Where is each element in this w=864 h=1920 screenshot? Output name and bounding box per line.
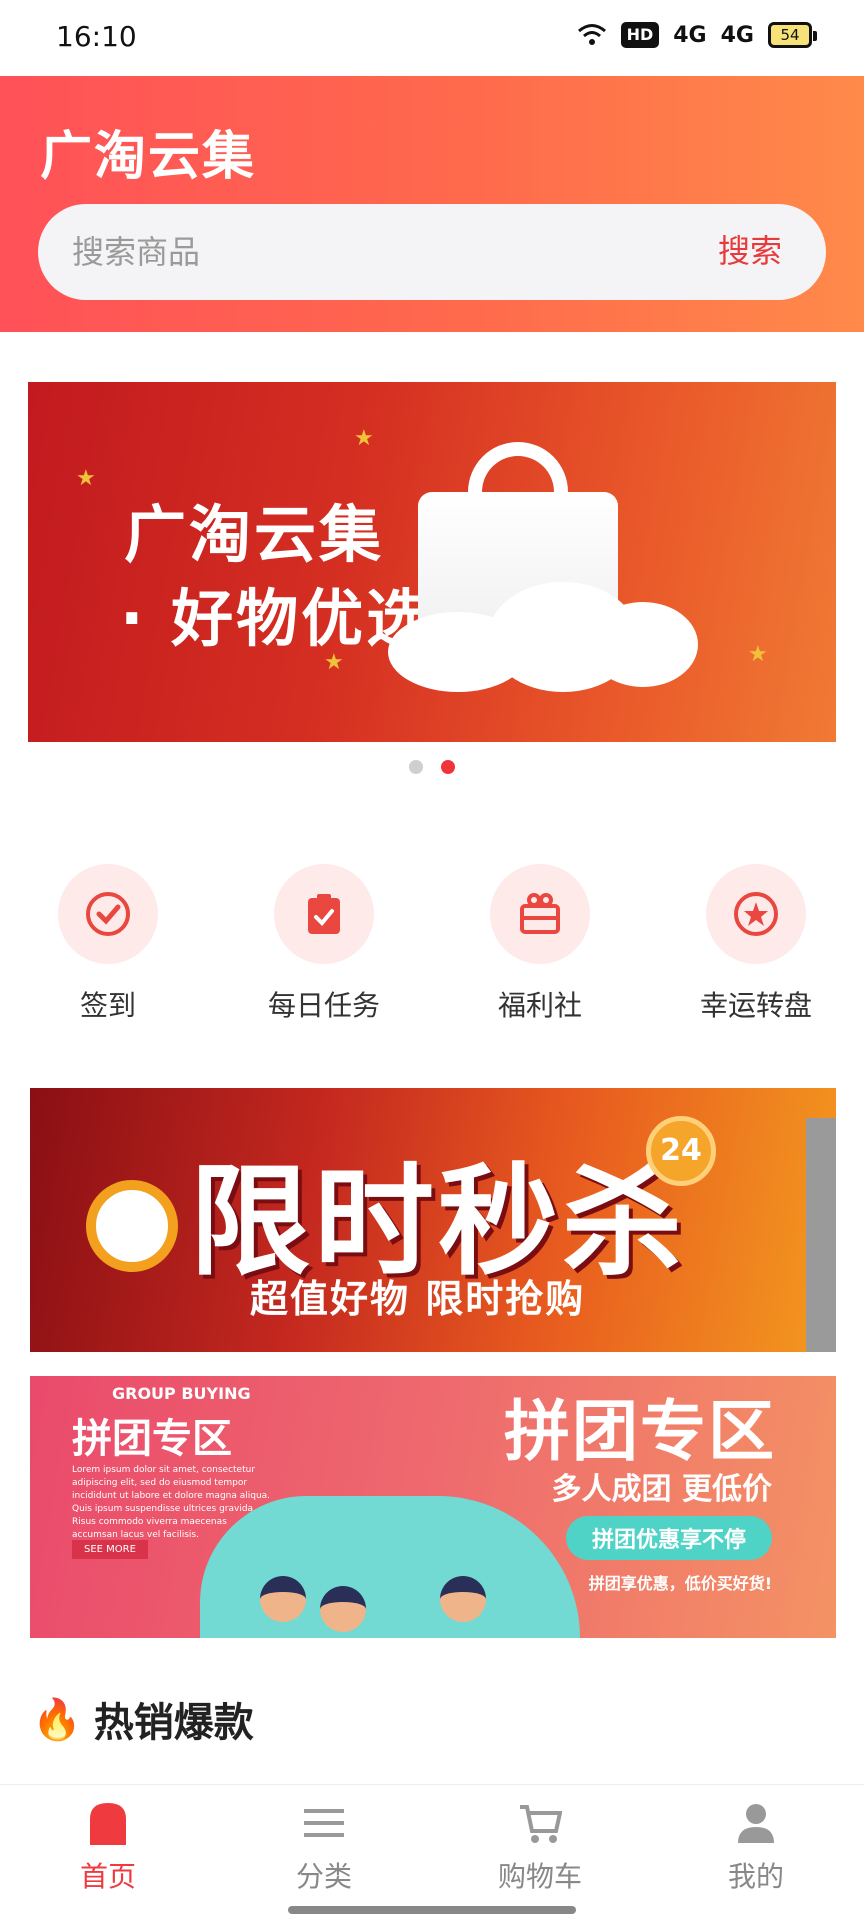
quick-item-daily-task[interactable]: 每日任务 [234,864,414,1024]
hd-icon: HD [620,22,660,48]
person-illustration [440,1576,486,1622]
tab-home[interactable]: 首页 [8,1801,208,1895]
menu-icon [304,1809,344,1837]
see-more-button[interactable]: SEE MORE [72,1540,148,1559]
fire-icon: 🔥 [32,1696,82,1743]
group-illustration [200,1496,580,1638]
app-title: 广淘云集 [40,127,257,187]
person-illustration [320,1586,366,1632]
user-icon [738,1804,774,1843]
quick-menu: 签到 每日任务 福利社 幸运转盘 [0,864,864,1024]
tab-mine[interactable]: 我的 [656,1801,856,1895]
badge-24-icon: 24 [646,1116,716,1186]
group-buying-left-title: 拼团专区 [72,1416,232,1462]
group-buying-subtitle: 多人成团 更低价 [551,1472,772,1507]
person-illustration [260,1576,306,1622]
tab-label: 首页 [79,1860,136,1893]
quick-item-welfare[interactable]: 福利社 [450,864,630,1024]
quick-item-label: 签到 [79,989,136,1022]
clock-icon [86,1180,178,1272]
quick-item-checkin[interactable]: 签到 [18,864,198,1024]
group-buying-pill: 拼团优惠享不停 [565,1516,772,1560]
quick-item-label: 幸运转盘 [699,989,812,1022]
gift-icon [490,864,590,964]
tab-label: 我的 [727,1860,784,1893]
clipboard-check-icon [274,864,374,964]
wifi-icon [577,24,606,45]
flash-sale-banner[interactable]: 限时秒杀 超值好物 限时抢购 24 [30,1088,836,1352]
signal-icon-2: 4G [720,22,754,48]
star-decoration: ★ [76,466,96,491]
quick-item-lucky-wheel[interactable]: 幸运转盘 [666,864,846,1024]
pagination-dot[interactable] [409,760,423,774]
banner-subline: · 好物优选 [120,582,432,655]
banner-headline: 广淘云集 [124,498,385,571]
tab-label: 购物车 [497,1860,582,1893]
cloud-decoration [588,602,698,687]
home-icon [90,1803,126,1845]
flash-sale-subtitle: 超值好物 限时抢购 [250,1277,586,1321]
star-decoration: ★ [354,426,374,451]
banner-edge [806,1118,836,1352]
main-banner[interactable]: ★ ★ ★ ★ 广淘云集 · 好物优选 [28,382,836,742]
star-circle-icon [706,864,806,964]
status-icons: HD 4G 4G 54 [577,22,817,48]
signal-icon-1: 4G [673,22,707,48]
group-buying-banner[interactable]: GROUP BUYING 拼团专区 Lorem ipsum dolor sit … [30,1376,836,1638]
battery-icon: 54 [768,22,817,48]
quick-item-label: 每日任务 [267,989,380,1022]
group-buying-en-label: GROUP BUYING [112,1384,251,1403]
group-buying-title: 拼团专区 [504,1393,776,1470]
status-bar: 16:10 HD 4G 4G 54 [0,0,864,76]
bottom-tab-bar: 首页 分类 购物车 我的 [0,1784,864,1920]
search-bar[interactable]: 搜索 [38,204,826,300]
cart-icon [520,1805,562,1843]
banner-pagination [0,760,864,774]
search-input[interactable] [72,224,632,280]
header: 广淘云集 搜索 [0,76,864,332]
hot-sale-section-header: 🔥 热销爆款 [32,1690,254,1748]
home-indicator[interactable] [288,1906,576,1914]
section-title: 热销爆款 [93,1700,254,1746]
quick-item-label: 福利社 [497,989,582,1022]
pagination-dot-active[interactable] [441,760,455,774]
tab-cart[interactable]: 购物车 [440,1801,640,1895]
star-decoration: ★ [748,642,768,667]
tab-category[interactable]: 分类 [224,1801,424,1895]
check-circle-icon [58,864,158,964]
status-time: 16:10 [56,20,137,53]
tab-label: 分类 [295,1860,352,1893]
group-buying-note: 拼团享优惠，低价买好货! [588,1574,772,1593]
search-button[interactable]: 搜索 [718,226,782,272]
